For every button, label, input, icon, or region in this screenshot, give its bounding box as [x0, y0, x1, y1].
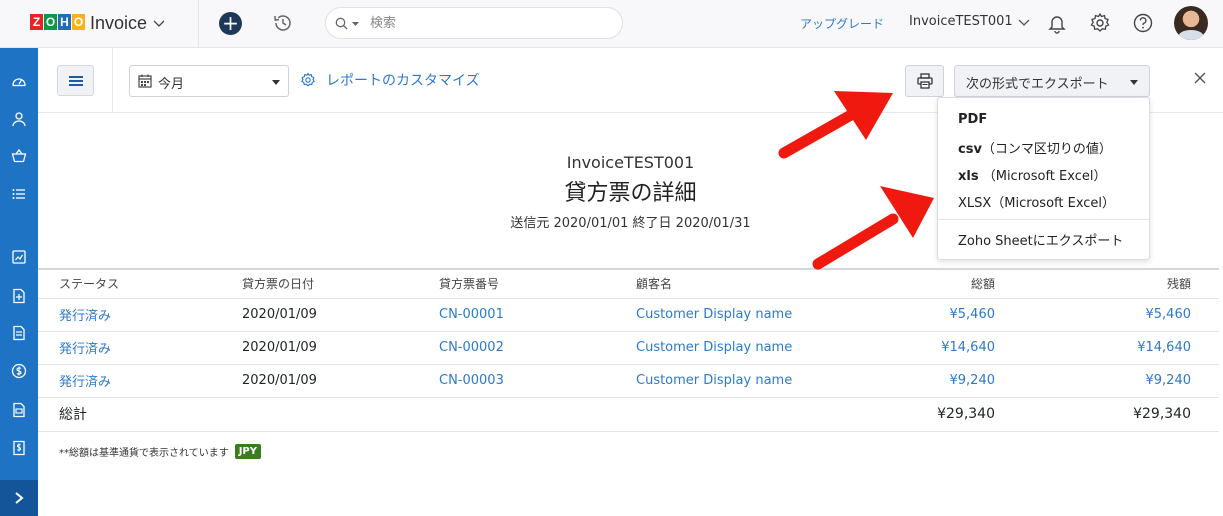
invoice-icon[interactable] — [11, 288, 27, 304]
document-icon[interactable] — [11, 325, 27, 341]
receipt-icon[interactable] — [11, 402, 27, 418]
total-row: 総計 ¥29,340 ¥29,340 — [38, 397, 1219, 432]
column-header[interactable]: 顧客名 — [636, 268, 896, 299]
chevron-right-icon — [15, 492, 24, 504]
print-button[interactable] — [905, 65, 944, 97]
caret-down-icon — [1130, 80, 1138, 85]
export-zoho-sheet-option[interactable]: Zoho Sheetにエクスポート — [958, 230, 1123, 249]
customize-report-label: レポートのカスタマイズ — [326, 73, 480, 89]
expand-sidebar-button[interactable] — [0, 480, 38, 516]
items-icon[interactable] — [11, 148, 27, 164]
app-name: Invoice — [90, 12, 148, 33]
column-header[interactable]: 残額 — [1017, 268, 1219, 299]
grand-balance: ¥29,340 — [1017, 397, 1219, 432]
search-input[interactable] — [370, 13, 610, 33]
close-icon[interactable] — [1192, 70, 1208, 86]
history-icon[interactable] — [272, 12, 294, 34]
customer-link[interactable]: Customer Display name — [636, 331, 896, 365]
logo-letter: H — [58, 14, 71, 30]
dashboard-icon[interactable] — [11, 73, 27, 89]
total-link[interactable]: ¥14,640 — [896, 331, 1017, 365]
export-xls-option[interactable]: xls （Microsoft Excel） — [958, 165, 1106, 184]
divider — [938, 219, 1149, 220]
report-table: ステータス 貸方票の日付 貸方票番号 顧客名 総額 残額 発行済み 2020/0… — [38, 268, 1219, 432]
calendar-icon — [138, 74, 152, 88]
credit-note-link[interactable]: CN-00001 — [439, 298, 636, 332]
date-cell: 2020/01/09 — [242, 298, 439, 332]
table-row: 発行済み 2020/01/09 CN-00003 Customer Displa… — [38, 364, 1219, 398]
date-cell: 2020/01/09 — [242, 331, 439, 365]
list-icon[interactable] — [11, 186, 27, 202]
search-box[interactable] — [325, 7, 623, 39]
payment-icon[interactable] — [11, 363, 27, 379]
currency-note: **総額は基準通貨で表示されています JPY — [59, 444, 261, 459]
sidebar — [0, 48, 38, 516]
export-csv-option[interactable]: csv（コンマ区切りの値） — [958, 138, 1112, 157]
column-header[interactable]: 貸方票の日付 — [242, 268, 439, 299]
currency-note-text: **総額は基準通貨で表示されています — [59, 448, 229, 459]
avatar[interactable] — [1174, 6, 1208, 40]
gear-icon — [300, 72, 316, 87]
chevron-down-icon — [153, 20, 165, 27]
balance-link[interactable]: ¥9,240 — [1017, 364, 1219, 398]
bell-icon[interactable] — [1046, 12, 1068, 34]
total-link[interactable]: ¥9,240 — [896, 364, 1017, 398]
balance-link[interactable]: ¥5,460 — [1017, 298, 1219, 332]
status-link[interactable]: 発行済み — [38, 298, 242, 332]
contacts-icon[interactable] — [11, 111, 27, 127]
column-header[interactable]: 貸方票番号 — [439, 268, 636, 299]
currency-badge: JPY — [234, 444, 261, 459]
export-dropdown: PDF csv（コンマ区切りの値） xls （Microsoft Excel） … — [937, 97, 1150, 260]
help-icon[interactable] — [1132, 12, 1154, 34]
logo-letter: Z — [30, 14, 43, 30]
grand-total: ¥29,340 — [896, 397, 1017, 432]
logo-letter: O — [72, 14, 85, 30]
column-header[interactable]: 総額 — [896, 268, 1017, 299]
printer-icon — [917, 73, 933, 89]
status-link[interactable]: 発行済み — [38, 364, 242, 398]
credit-note-link[interactable]: CN-00003 — [439, 364, 636, 398]
export-button[interactable]: 次の形式でエクスポート — [954, 65, 1150, 97]
hamburger-menu-button[interactable] — [57, 65, 94, 96]
top-bar: Z O H O Invoice + アップグレード InvoiceTEST001 — [0, 0, 1223, 48]
export-pdf-option[interactable]: PDF — [958, 112, 987, 127]
period-label: 今月 — [158, 77, 185, 92]
total-label: 総計 — [38, 397, 242, 432]
caret-down-icon — [272, 80, 280, 85]
upgrade-link[interactable]: アップグレード — [800, 15, 884, 32]
total-link[interactable]: ¥5,460 — [896, 298, 1017, 332]
date-cell: 2020/01/09 — [242, 364, 439, 398]
reports-icon[interactable] — [11, 249, 27, 265]
column-header[interactable]: ステータス — [38, 268, 242, 299]
bill-icon[interactable] — [11, 440, 27, 456]
credit-note-link[interactable]: CN-00002 — [439, 331, 636, 365]
divider — [112, 48, 113, 113]
quick-create-button[interactable]: + — [219, 12, 242, 35]
balance-link[interactable]: ¥14,640 — [1017, 331, 1219, 365]
search-icon — [335, 17, 359, 30]
gear-icon[interactable] — [1089, 12, 1111, 34]
chevron-down-icon — [1018, 19, 1030, 26]
logo-letter: O — [44, 14, 57, 30]
table-header-row: ステータス 貸方票の日付 貸方票番号 顧客名 総額 残額 — [38, 268, 1219, 299]
app-switcher[interactable]: Z O H O Invoice — [30, 12, 165, 34]
customer-link[interactable]: Customer Display name — [636, 364, 896, 398]
customize-report-link[interactable]: レポートのカスタマイズ — [300, 70, 480, 90]
table-row: 発行済み 2020/01/09 CN-00002 Customer Displa… — [38, 331, 1219, 365]
export-label: 次の形式でエクスポート — [966, 77, 1109, 92]
customer-link[interactable]: Customer Display name — [636, 298, 896, 332]
divider — [198, 0, 199, 48]
zoho-logo: Z O H O — [30, 14, 86, 32]
status-link[interactable]: 発行済み — [38, 331, 242, 365]
org-name: InvoiceTEST001 — [909, 14, 1013, 29]
org-switcher[interactable]: InvoiceTEST001 — [909, 14, 1030, 29]
table-row: 発行済み 2020/01/09 CN-00001 Customer Displa… — [38, 298, 1219, 332]
export-xlsx-option[interactable]: XLSX（Microsoft Excel） — [958, 192, 1115, 211]
period-select[interactable]: 今月 — [129, 65, 289, 97]
